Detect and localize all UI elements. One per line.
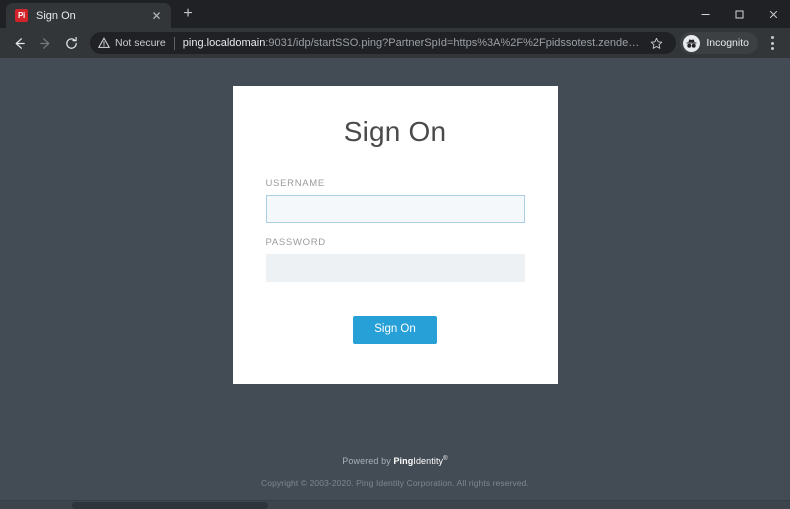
back-arrow-icon[interactable]	[6, 30, 32, 56]
warning-triangle-icon	[98, 37, 110, 49]
url-path: :9031/idp/startSSO.ping?PartnerSpId=http…	[265, 37, 642, 49]
window-controls	[688, 0, 790, 28]
incognito-label: Incognito	[706, 37, 749, 49]
brand-ping: Ping	[393, 456, 414, 466]
minimize-icon[interactable]	[688, 0, 722, 28]
omnibox-divider	[173, 36, 175, 50]
username-field-group: USERNAME	[265, 178, 525, 223]
pingidentity-favicon: Pi	[15, 9, 28, 22]
menu-dot	[770, 47, 774, 50]
brand-identity: Identity	[413, 456, 444, 466]
window-close-icon[interactable]	[756, 0, 790, 28]
powered-by-text: Powered by	[342, 456, 391, 466]
horizontal-scrollbar[interactable]	[0, 500, 790, 509]
menu-dot	[770, 36, 774, 39]
sign-on-page: Sign On USERNAME PASSWORD Sign On Powere…	[0, 58, 790, 509]
browser-toolbar: Not secure ping.localdomain:9031/idp/sta…	[0, 28, 790, 58]
plus-icon[interactable]: +	[175, 1, 201, 27]
url-host: ping.localdomain	[182, 37, 266, 49]
three-dot-menu-icon[interactable]	[760, 30, 784, 56]
forward-arrow-icon	[32, 30, 58, 56]
browser-window: Pi Sign On ✕ + Not secure ping.localdoma…	[0, 0, 790, 509]
maximize-icon[interactable]	[722, 0, 756, 28]
scrollbar-thumb[interactable]	[72, 502, 268, 509]
tab-title: Sign On	[36, 9, 76, 22]
page-title: Sign On	[343, 116, 447, 147]
address-bar[interactable]: Not secure ping.localdomain:9031/idp/sta…	[90, 32, 677, 54]
submit-row: Sign On	[266, 316, 525, 344]
url-text: ping.localdomain:9031/idp/startSSO.ping?…	[183, 37, 642, 49]
reload-icon[interactable]	[58, 30, 84, 56]
sign-on-button[interactable]: Sign On	[353, 316, 437, 344]
powered-by-line: Powered by PingIdentity®	[0, 456, 790, 466]
sign-on-card: Sign On USERNAME PASSWORD Sign On	[232, 86, 558, 384]
username-input[interactable]	[265, 195, 525, 223]
password-label: PASSWORD	[265, 237, 326, 248]
incognito-spy-icon	[683, 34, 701, 52]
star-icon[interactable]	[645, 37, 667, 50]
registered-mark: ®	[443, 456, 448, 462]
browser-tab-sign-on[interactable]: Pi Sign On ✕	[6, 3, 171, 28]
security-status-label: Not secure	[115, 37, 166, 49]
username-label: USERNAME	[265, 178, 325, 189]
password-input[interactable]	[265, 254, 525, 282]
close-icon[interactable]: ✕	[149, 8, 164, 23]
incognito-badge[interactable]: Incognito	[680, 32, 758, 54]
page-footer: Powered by PingIdentity® Copyright © 200…	[0, 456, 790, 488]
password-field-group: PASSWORD	[265, 237, 525, 282]
page-viewport: Sign On USERNAME PASSWORD Sign On Powere…	[0, 58, 790, 509]
copyright-text: Copyright © 2003-2020. Ping Identity Cor…	[261, 478, 529, 488]
favicon-label: Pi	[18, 10, 25, 20]
menu-dot	[770, 41, 774, 45]
tab-strip: Pi Sign On ✕ +	[0, 0, 790, 28]
